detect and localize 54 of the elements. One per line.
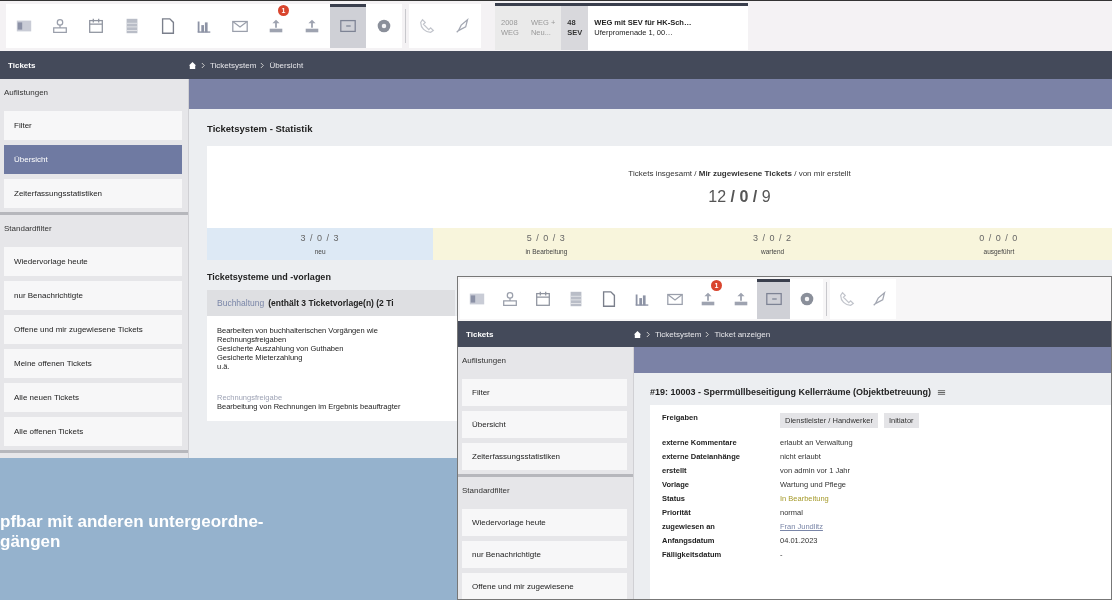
window-icon xyxy=(764,290,783,308)
chevron-icon xyxy=(705,330,711,338)
ticket-title: #19: 10003 - Sperrmüllbeseitigung Kellerräume (Objektbetreuung) xyxy=(650,387,932,397)
summary-caption: Tickets insgesamt / Mir zugewiesene Tickets / von mir erstellt xyxy=(628,168,851,178)
sidebar-item[interactable]: Wiedervorlage heute xyxy=(4,247,182,276)
sidebar-item[interactable]: nur Benachrichtigte xyxy=(4,281,182,310)
toolbar-button[interactable] xyxy=(330,4,366,48)
sidebar-item[interactable]: Offene und mir zugewiesene Tickets xyxy=(4,315,182,344)
sidebar-item[interactable]: Filter xyxy=(4,111,182,140)
sidebar-title: Tickets xyxy=(465,329,495,339)
system-info: (enthält 3 Ticketvorlage(n) (2 Ti xyxy=(268,298,394,308)
sidebar-item[interactable]: Übersicht xyxy=(4,145,182,174)
section-header: Standardfilter xyxy=(461,485,511,497)
window-icon xyxy=(339,17,357,35)
document-icon xyxy=(159,17,177,35)
upload-icon xyxy=(303,17,321,35)
section-header: Standardfilter xyxy=(3,223,53,235)
sidebar-title: Tickets xyxy=(7,60,37,70)
sidebar-item[interactable]: Wiedervorlage heute xyxy=(462,509,627,536)
chevron-icon xyxy=(201,61,206,69)
chevron-icon xyxy=(646,330,651,338)
phone-icon xyxy=(418,17,436,35)
breadcrumb-link[interactable]: Ticketsystem xyxy=(210,60,257,70)
upload-icon xyxy=(267,17,285,35)
phone-icon xyxy=(837,290,856,308)
page-heading: Ticketsystem - Statistik xyxy=(206,122,314,136)
summary-value: 12 / 0 / 9 xyxy=(708,187,771,206)
caption-text: gängen xyxy=(0,532,61,552)
chevron-icon xyxy=(260,61,266,69)
sidebar-item[interactable]: Filter xyxy=(462,379,627,406)
menu-icon[interactable] xyxy=(937,387,947,397)
toolbar-button[interactable] xyxy=(790,279,823,319)
sidebar-item[interactable]: Alle neuen Tickets xyxy=(4,383,182,412)
breadcrumb-link[interactable]: Ticketsystem xyxy=(655,329,702,339)
caption-text: pfbar mit anderen untergeordne- xyxy=(0,512,264,532)
home-icon[interactable] xyxy=(188,60,197,70)
breadcrumb-link[interactable]: Übersicht xyxy=(269,60,304,70)
breadcrumb-link[interactable]: Ticket anzeigen xyxy=(714,329,771,339)
home-icon[interactable] xyxy=(633,329,642,339)
section-header: Auflistungen xyxy=(461,355,508,367)
calendar-icon xyxy=(533,290,552,308)
sidebar-item[interactable]: Zeiterfassungsstatistiken xyxy=(4,179,182,208)
toolbar-button[interactable] xyxy=(366,4,402,48)
section-header: Auflistungen xyxy=(3,87,50,99)
sidebar-item[interactable]: Alle offenen Tickets xyxy=(4,417,182,446)
sidebar-item[interactable]: Zeiterfassungsstatistiken xyxy=(462,443,627,470)
sidebar-item[interactable]: Übersicht xyxy=(462,411,627,438)
sidebar-item[interactable]: Offene und mir zugewiesene xyxy=(462,573,627,599)
section-heading: Ticketsysteme und -vorlagen xyxy=(206,271,332,284)
sidebar-item[interactable]: Meine offenen Tickets xyxy=(4,349,182,378)
gear-icon xyxy=(375,17,393,35)
sidebar-item[interactable]: nur Benachrichtigte xyxy=(462,541,627,568)
toolbar-button[interactable] xyxy=(757,279,790,319)
calendar-icon xyxy=(87,17,105,35)
